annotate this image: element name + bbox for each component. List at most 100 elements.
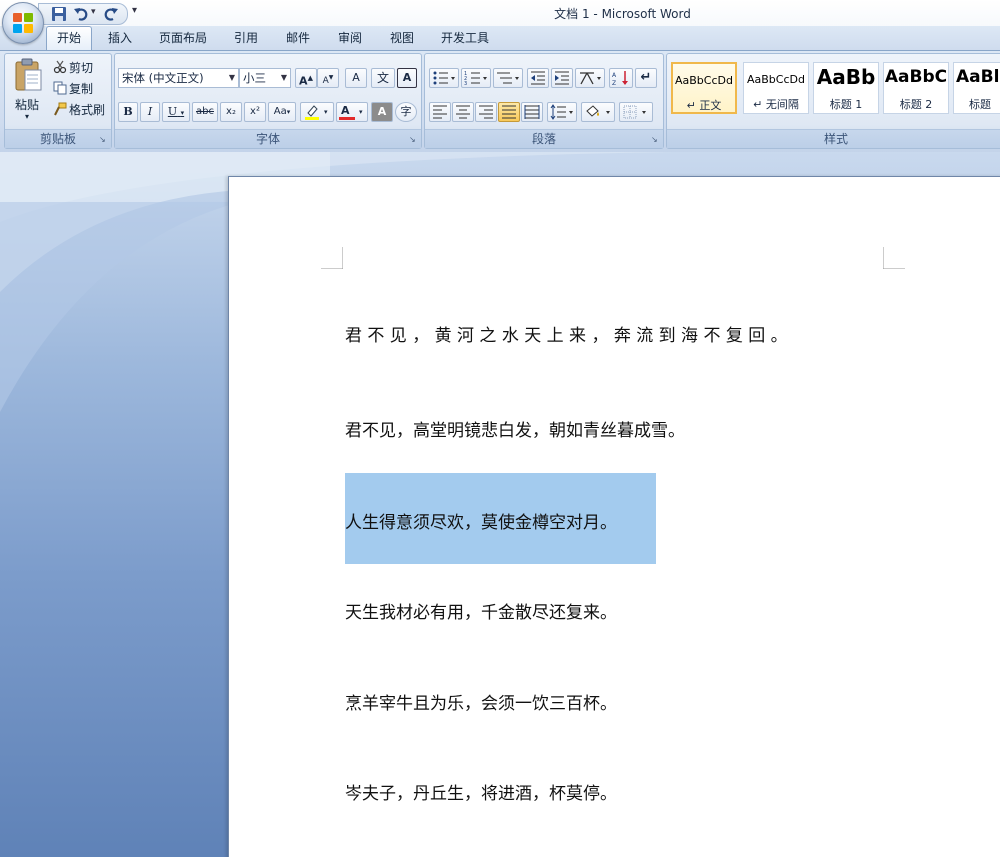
- align-right-icon: [479, 105, 493, 119]
- style-heading-1[interactable]: AaBb 标题 1: [813, 62, 879, 114]
- document-paragraph[interactable]: 烹羊宰牛且为乐，会须一饮三百杯。: [345, 689, 617, 714]
- line-spacing-icon: [550, 104, 573, 120]
- justify-button[interactable]: [498, 102, 520, 122]
- ribbon: 粘贴 ▾ 剪切 复制 格式刷 剪贴板 ↘ 宋体 (中文正文) ▼ 小三 ▼ A▲…: [0, 50, 1000, 154]
- margin-corner-top-left: [321, 247, 343, 269]
- tab-review[interactable]: 审阅: [330, 26, 370, 50]
- font-color-button[interactable]: A ▾: [336, 102, 368, 122]
- line-spacing-button[interactable]: [547, 102, 577, 122]
- tab-developer[interactable]: 开发工具: [432, 26, 498, 50]
- font-color-dropdown-icon: ▾: [359, 108, 363, 116]
- shading-button[interactable]: [581, 102, 615, 122]
- tab-view[interactable]: 视图: [382, 26, 422, 50]
- shrink-font-button[interactable]: A▼: [317, 68, 339, 88]
- font-family-dropdown-icon: ▼: [228, 73, 235, 82]
- document-paragraph-selected[interactable]: 人生得意须尽欢，莫使金樽空对月。: [345, 508, 617, 533]
- font-family-value: 宋体 (中文正文): [122, 71, 204, 85]
- highlighter-icon: [305, 105, 319, 120]
- grow-font-button[interactable]: A▲: [295, 68, 317, 88]
- copy-button[interactable]: 复制: [69, 80, 93, 97]
- paste-icon[interactable]: [13, 58, 43, 92]
- subscript-button[interactable]: x₂: [220, 102, 242, 122]
- clipboard-launcher-icon[interactable]: ↘: [99, 136, 107, 144]
- multilevel-list-icon: [497, 72, 519, 84]
- increase-indent-button[interactable]: [551, 68, 573, 88]
- style-normal[interactable]: AaBbCcDd ↵ 正文: [671, 62, 737, 114]
- chinese-layout-icon: [580, 72, 601, 85]
- decrease-indent-button[interactable]: [527, 68, 549, 88]
- scissors-icon: [53, 60, 67, 74]
- align-center-button[interactable]: [452, 102, 474, 122]
- paste-button[interactable]: 粘贴: [15, 96, 39, 113]
- styles-group-label: 样式: [667, 129, 1000, 148]
- strikethrough-button[interactable]: abc: [192, 102, 218, 122]
- chinese-layout-button[interactable]: [575, 68, 605, 88]
- sort-icon: AZ: [612, 71, 628, 86]
- tab-insert[interactable]: 插入: [100, 26, 140, 50]
- document-paragraph[interactable]: 君 不 见 ， 黄 河 之 水 天 上 来 ， 奔 流 到 海 不 复 回 。: [345, 321, 788, 346]
- office-button[interactable]: [2, 2, 44, 44]
- font-launcher-icon[interactable]: ↘: [409, 136, 417, 144]
- svg-text:3: 3: [464, 81, 467, 86]
- sort-button[interactable]: AZ: [609, 68, 633, 88]
- font-size-value: 小三: [243, 71, 266, 85]
- copy-icon: [53, 81, 67, 95]
- bullet-list-icon: [433, 71, 455, 85]
- enclose-characters-button[interactable]: 字: [395, 102, 417, 122]
- office-logo-icon: [13, 13, 33, 33]
- tab-page-layout[interactable]: 页面布局: [150, 26, 216, 50]
- clear-formatting-button[interactable]: A: [345, 68, 367, 88]
- document-paragraph[interactable]: 君不见，高堂明镜悲白发，朝如青丝暮成雪。: [345, 416, 685, 441]
- distributed-icon: [524, 105, 540, 119]
- window-title: 文档 1 - Microsoft Word: [554, 7, 691, 21]
- change-case-button[interactable]: Aa▾: [268, 102, 296, 122]
- font-group: 宋体 (中文正文) ▼ 小三 ▼ A▲ A▼ A 文 A B I U ▾ abc…: [114, 53, 422, 149]
- document-paragraph[interactable]: 岑夫子，丹丘生，将进酒，杯莫停。: [345, 779, 617, 804]
- font-size-dropdown-icon: ▼: [280, 73, 287, 82]
- font-family-select[interactable]: 宋体 (中文正文) ▼: [118, 68, 239, 88]
- distributed-button[interactable]: [521, 102, 543, 122]
- format-painter-button[interactable]: 格式刷: [69, 101, 105, 118]
- paragraph-launcher-icon[interactable]: ↘: [651, 136, 659, 144]
- tab-references[interactable]: 引用: [226, 26, 266, 50]
- align-right-button[interactable]: [475, 102, 497, 122]
- decrease-indent-icon: [531, 71, 545, 85]
- underline-button[interactable]: U ▾: [162, 102, 190, 122]
- style-title[interactable]: AaBl 标题: [953, 62, 1000, 114]
- font-color-swatch: [339, 117, 355, 120]
- character-shading-button[interactable]: A: [371, 102, 393, 122]
- increase-indent-icon: [555, 71, 569, 85]
- paragraph-group-label: 段落: [425, 129, 663, 148]
- document-page[interactable]: 君 不 见 ， 黄 河 之 水 天 上 来 ， 奔 流 到 海 不 复 回 。 …: [228, 176, 1000, 857]
- numbering-button[interactable]: 1 2 3: [461, 68, 491, 88]
- clipboard-group: 粘贴 ▾ 剪切 复制 格式刷 剪贴板 ↘: [4, 53, 112, 149]
- document-workspace[interactable]: 君 不 见 ， 黄 河 之 水 天 上 来 ， 奔 流 到 海 不 复 回 。 …: [0, 152, 1000, 857]
- cut-button[interactable]: 剪切: [69, 59, 93, 76]
- style-heading-2[interactable]: AaBbC 标题 2: [883, 62, 949, 114]
- numbered-list-icon: 1 2 3: [464, 71, 487, 86]
- format-painter-icon: [54, 102, 67, 116]
- tab-mailings[interactable]: 邮件: [278, 26, 318, 50]
- show-hide-marks-button[interactable]: ↵: [635, 68, 657, 88]
- bullets-button[interactable]: [429, 68, 459, 88]
- clipboard-group-label: 剪贴板: [5, 129, 111, 148]
- svg-text:Z: Z: [612, 80, 616, 86]
- highlight-dropdown-icon: ▾: [324, 108, 328, 116]
- paste-dropdown-icon[interactable]: ▾: [25, 112, 29, 121]
- character-border-button[interactable]: A: [397, 68, 417, 88]
- superscript-button[interactable]: x²: [244, 102, 266, 122]
- style-no-spacing[interactable]: AaBbCcDd ↵ 无间隔: [743, 62, 809, 114]
- multilevel-list-button[interactable]: [493, 68, 523, 88]
- font-size-select[interactable]: 小三 ▼: [239, 68, 291, 88]
- align-left-icon: [433, 105, 447, 119]
- document-paragraph[interactable]: 天生我材必有用，千金散尽还复来。: [345, 598, 617, 623]
- borders-button[interactable]: [619, 102, 653, 122]
- tab-home[interactable]: 开始: [46, 26, 92, 51]
- ribbon-tabs: 开始 插入 页面布局 引用 邮件 审阅 视图 开发工具: [0, 26, 1000, 51]
- align-left-button[interactable]: [429, 102, 451, 122]
- italic-button[interactable]: I: [140, 102, 160, 122]
- phonetic-guide-button[interactable]: 文: [371, 68, 395, 88]
- bold-button[interactable]: B: [118, 102, 138, 122]
- highlight-button[interactable]: ▾: [300, 102, 334, 122]
- paint-bucket-icon: [586, 105, 610, 117]
